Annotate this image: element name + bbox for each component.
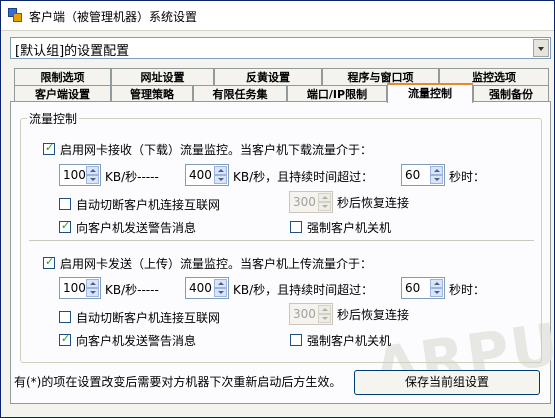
save-group-settings-button[interactable]: 保存当前组设置 (354, 370, 540, 395)
tab-anti-porn-settings[interactable]: 反黄设置 (214, 68, 322, 86)
tab-label: 监控选项 (472, 71, 516, 84)
download-restore-label: 秒后恢复连接 (337, 196, 410, 210)
upload-duration-unit: KB/秒，且持续时间超过： (233, 283, 374, 297)
tab-url-settings[interactable]: 网址设置 (111, 68, 214, 86)
upload-restore-value: 300 (293, 307, 316, 321)
spin-down-icon[interactable] (318, 202, 331, 211)
tab-label: 有限任务集 (212, 88, 268, 101)
download-restore-value: 300 (293, 195, 316, 209)
spin-up-icon[interactable] (214, 166, 227, 175)
title-bar: 客户端（被管理机器）系统设置 (1, 1, 554, 31)
spin-down-icon[interactable] (214, 288, 227, 297)
download-duration-unit: KB/秒，且持续时间超过： (233, 170, 374, 184)
tab-limit-options[interactable]: 限制选项 (14, 68, 111, 86)
spin-up-icon[interactable] (86, 279, 99, 288)
spin-down-icon[interactable] (214, 175, 227, 184)
upload-max-value: 400 (189, 281, 212, 295)
spin-down-icon[interactable] (430, 288, 443, 297)
settings-window: 客户端（被管理机器）系统设置 [默认组]的设置配置 限制选项 网址设置 反黄设置… (0, 0, 555, 418)
spin-up-icon[interactable] (318, 305, 331, 314)
spin-up-icon[interactable] (214, 279, 227, 288)
spin-up-icon[interactable] (86, 166, 99, 175)
upload-warn-label: 向客户机发送警告消息 (76, 334, 197, 348)
download-restore-spinner[interactable]: 300 (289, 191, 333, 213)
download-monitor-label: 启用网卡接收（下载）流量监控。当客户机下载流量介于： (60, 143, 373, 157)
spin-down-icon[interactable] (86, 288, 99, 297)
download-shutdown-label: 强制客户机关机 (307, 221, 392, 235)
tab-label: 流量控制 (408, 87, 452, 100)
tab-traffic-control[interactable]: 流量控制 (387, 83, 473, 103)
upload-restore-spinner[interactable]: 300 (289, 303, 333, 325)
download-disconnect-label: 自动切断客户机连接互联网 (76, 198, 221, 212)
upload-monitor-label: 启用网卡发送（上传）流量监控。当客户机上传流量介于： (60, 257, 373, 271)
upload-max-spinner[interactable]: 400 (185, 277, 229, 299)
spin-down-icon[interactable] (430, 175, 443, 184)
upload-monitor-checkbox[interactable] (43, 255, 55, 269)
tab-label: 端口/IP限制 (306, 88, 368, 101)
app-icon (8, 8, 22, 22)
upload-disconnect-label: 自动切断客户机连接互联网 (76, 311, 221, 325)
tab-label: 强制备份 (489, 88, 533, 101)
config-group-select[interactable]: [默认组]的设置配置 (10, 37, 551, 59)
download-duration-spinner[interactable]: 60 (401, 164, 445, 186)
spin-up-icon[interactable] (318, 193, 331, 202)
spin-up-icon[interactable] (430, 166, 443, 175)
tab-label: 管理策略 (130, 88, 174, 101)
upload-shutdown-label: 强制客户机关机 (307, 334, 392, 348)
chevron-down-icon[interactable] (533, 39, 549, 57)
download-range-unit: KB/秒----- (105, 170, 159, 184)
upload-warn-checkbox[interactable] (59, 332, 71, 346)
spin-down-icon[interactable] (318, 314, 331, 323)
section-divider (29, 240, 534, 241)
tab-label: 限制选项 (40, 71, 85, 84)
download-shutdown-checkbox[interactable] (290, 221, 302, 233)
upload-duration-value: 60 (405, 281, 421, 295)
spin-up-icon[interactable] (430, 279, 443, 288)
download-monitor-checkbox[interactable] (43, 141, 55, 155)
config-group-select-value: [默认组]的设置配置 (15, 44, 130, 59)
tab-label: 网址设置 (140, 71, 185, 84)
download-max-value: 400 (189, 168, 212, 182)
upload-duration-spinner[interactable]: 60 (401, 277, 445, 299)
download-disconnect-checkbox[interactable] (59, 198, 71, 210)
download-min-value: 100 (63, 168, 86, 182)
download-seconds-label: 秒时： (449, 170, 486, 184)
restart-note: 有(*)的项在设置改变后需要对方机器下次重新启动后方生效。 (14, 375, 342, 389)
upload-min-spinner[interactable]: 100 (59, 277, 101, 299)
download-min-spinner[interactable]: 100 (59, 164, 101, 186)
upload-shutdown-checkbox[interactable] (290, 334, 302, 346)
upload-range-unit: KB/秒----- (105, 283, 159, 297)
spin-down-icon[interactable] (86, 175, 99, 184)
upload-min-value: 100 (63, 281, 86, 295)
group-title: 流量控制 (27, 110, 80, 127)
window-title: 客户端（被管理机器）系统设置 (29, 10, 198, 24)
tab-label: 反黄设置 (246, 71, 290, 84)
tab-label: 客户端设置 (35, 88, 90, 101)
upload-disconnect-checkbox[interactable] (59, 311, 71, 323)
upload-seconds-label: 秒时： (449, 283, 486, 297)
download-max-spinner[interactable]: 400 (185, 164, 229, 186)
download-duration-value: 60 (405, 168, 421, 182)
download-warn-checkbox[interactable] (59, 219, 71, 233)
upload-restore-label: 秒后恢复连接 (337, 308, 410, 322)
download-warn-label: 向客户机发送警告消息 (76, 221, 197, 235)
